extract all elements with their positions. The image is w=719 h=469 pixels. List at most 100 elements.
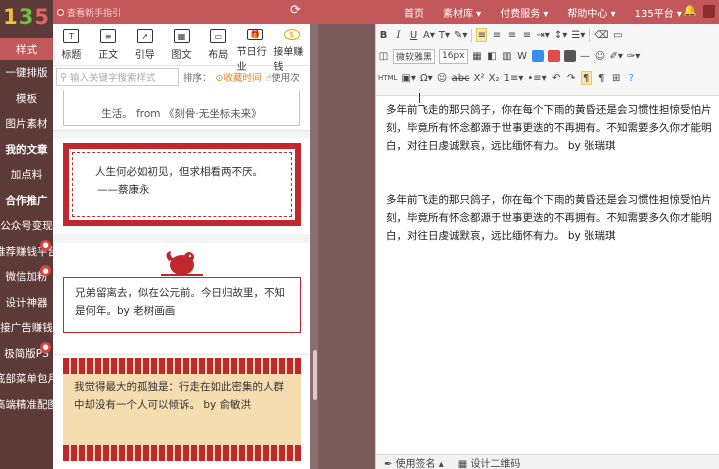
editor-content[interactable]: 多年前飞走的那只鸽子，你在每个下雨的黄昏还是会习惯性担惊受怕片刻，毕竟所有怀念都… [386, 101, 712, 281]
brush-icon[interactable]: ✑▾ [627, 49, 640, 63]
nav-item-pro-images[interactable]: 高端精准配图 [0, 392, 58, 418]
columns-icon[interactable]: ▥ [502, 49, 513, 63]
nav-item-ads[interactable]: 接广告赚钱 [0, 315, 53, 341]
strike-icon[interactable]: abc [452, 71, 470, 85]
align-justify-icon[interactable]: ≡ [521, 28, 532, 42]
nav-item-wechat-fans[interactable]: 微信加粉 ● [0, 264, 53, 290]
nav-item-monetize[interactable]: 公众号变现 [0, 213, 53, 239]
style-card[interactable]: 兄弟留离去，似在公元前。今日归故里，不知是何年。by 老树画画 [53, 243, 310, 353]
align-right-icon[interactable]: ≡ [506, 28, 517, 42]
redo-icon[interactable]: ↷ [566, 71, 577, 85]
style-tabs: T 标题 ≡ 正文 ➚ 引导 ▦ 图文 ▭ 布局 🎁 节日行业 $ 接单赚钱 [53, 24, 310, 73]
table-icon[interactable]: ▦ [472, 49, 483, 63]
find-icon[interactable]: ⊞ [611, 71, 622, 85]
font-color-icon[interactable]: A▾ [423, 28, 435, 42]
guide-link[interactable]: 查看新手指引 [57, 6, 121, 19]
menu-paid[interactable]: 付费服务 ▾ [500, 5, 548, 20]
indent-icon[interactable]: ⇥▾ [536, 28, 549, 42]
panel-splitter[interactable] [310, 24, 318, 469]
menu-home[interactable]: 首页 [404, 5, 424, 20]
tab-earn[interactable]: $ 接单赚钱 [273, 24, 310, 73]
hr-icon[interactable]: — [580, 49, 591, 63]
subscript-icon[interactable]: X₂ [489, 71, 500, 85]
editor-paragraph[interactable]: 多年前飞走的那只鸽子，你在每个下雨的黄昏还是会习惯性担惊受怕片刻，毕竟所有怀念都… [386, 101, 712, 155]
nav-item-image-material[interactable]: 图片素材 [0, 111, 53, 137]
html-icon[interactable]: HTML [378, 71, 397, 85]
ltr-icon[interactable]: ¶ [580, 71, 592, 85]
spacing-icon[interactable]: ☰▾ [571, 28, 585, 42]
highlight-icon[interactable]: T▾ [439, 28, 450, 42]
sort-used-button[interactable]: ☝使用次 [266, 70, 300, 84]
avatar[interactable] [703, 5, 715, 18]
align-center-icon[interactable]: ≡ [491, 28, 502, 42]
format-painter-icon[interactable]: ✎▾ [454, 28, 467, 42]
bold-icon[interactable]: B [378, 28, 389, 42]
card-text: 我觉得最大的孤独是：行走在如此密集的人群中却没有一个人可以倾诉。 by 俞敏洪 [74, 381, 284, 411]
eraser-icon[interactable]: ⌫ [594, 28, 608, 42]
search-input[interactable]: ⚲ 输入关键字搜索样式 [56, 68, 179, 86]
superscript-icon[interactable]: X² [474, 71, 485, 85]
guide-icon: ➚ [136, 29, 153, 43]
unordered-list-icon[interactable]: •≡▾ [527, 71, 546, 85]
refresh-icon[interactable]: ⟳ [290, 3, 301, 18]
tab-layout[interactable]: ▭ 布局 [200, 24, 237, 65]
use-signature-button[interactable]: ✒ 使用签名 ▴ [384, 455, 444, 469]
paint-icon[interactable]: ✐▾ [610, 49, 623, 63]
smile-icon[interactable]: ☺ [437, 71, 448, 85]
menu-platform[interactable]: 135平台 ▾ [635, 5, 682, 20]
tab-guide[interactable]: ➚ 引导 [126, 24, 163, 65]
menu-help[interactable]: 帮助中心 ▾ [567, 5, 615, 20]
nav-item-add-extra[interactable]: 加点料 [0, 162, 53, 188]
music-icon[interactable] [563, 50, 576, 62]
nav-item-my-articles[interactable]: 我的文章 [0, 137, 53, 163]
tab-title[interactable]: T 标题 [53, 24, 90, 65]
word-icon[interactable]: W [517, 49, 528, 63]
font-family-select[interactable]: 微软雅黑 [393, 48, 436, 64]
align-left-icon[interactable]: ≡ [476, 28, 488, 42]
editor-paragraph[interactable]: 多年前飞走的那只鸽子，你在每个下雨的黄昏还是会习惯性担惊受怕片刻，毕竟所有怀念都… [386, 191, 712, 245]
omega-icon[interactable]: Ω▾ [420, 71, 433, 85]
font-size-select[interactable]: 16px [439, 48, 468, 64]
undo-icon[interactable]: ↶ [551, 71, 562, 85]
nav-item-template[interactable]: 模板 [0, 86, 53, 112]
menu-material[interactable]: 素材库 ▾ [443, 5, 481, 20]
undo-format-icon[interactable]: ◫ [378, 49, 389, 63]
sort-fav-button[interactable]: ⊙收藏时间 [216, 70, 262, 84]
search-icon: ⚲ [60, 71, 67, 83]
style-card[interactable]: 我觉得最大的孤独是：行走在如此密集的人群中却没有一个人可以倾诉。 by 俞敏洪 [53, 356, 310, 469]
video-icon[interactable] [547, 50, 560, 62]
sort-fav-label: 收藏时间 [223, 73, 262, 84]
nav-item-style[interactable]: 样式 [0, 38, 53, 60]
line-height-icon[interactable]: ↕▾ [554, 28, 567, 42]
scrollbar-thumb[interactable] [313, 350, 317, 400]
title-icon: T [63, 29, 80, 43]
split-icon[interactable]: ◧ [487, 49, 498, 63]
tab-body[interactable]: ≡ 正文 [90, 24, 127, 65]
tab-title-label: 标题 [61, 50, 82, 61]
search-placeholder: 输入关键字搜索样式 [69, 73, 156, 84]
underline-icon[interactable]: U [408, 28, 419, 42]
tab-guide-label: 引导 [134, 50, 155, 61]
image-icon[interactable] [531, 50, 544, 62]
rtl-icon[interactable]: ¶ [596, 71, 607, 85]
logo[interactable]: 135 [0, 0, 53, 34]
nav-item-bottom-menu[interactable]: 底部菜单包月 [0, 366, 58, 392]
tab-earn-label: 接单赚钱 [273, 47, 304, 73]
bell-icon[interactable]: 🔔 [683, 4, 697, 17]
style-card[interactable]: 生活。 from 《刻骨·无坐标未来》 [53, 90, 310, 131]
tab-festival-label: 节日行业 [236, 47, 267, 73]
tab-image-text[interactable]: ▦ 图文 [163, 24, 200, 65]
design-qrcode-button[interactable]: ▦ 设计二维码 [458, 455, 521, 469]
tab-festival[interactable]: 🎁 节日行业 [237, 24, 274, 73]
nav-item-ps[interactable]: 极简版PS ● [0, 341, 53, 367]
help-icon[interactable]: ? [626, 71, 637, 85]
emoji-icon[interactable]: ☺ [595, 49, 606, 63]
italic-icon[interactable]: I [393, 28, 404, 42]
nav-item-one-click-layout[interactable]: 一键排版 [0, 60, 53, 86]
code-icon[interactable]: ▭ [612, 28, 623, 42]
media-icon[interactable]: ▣▾ [401, 71, 415, 85]
nav-item-design-tool[interactable]: 设计神器 [0, 290, 53, 316]
style-card[interactable]: 人生何必如初见，但求相看两不厌。 ——蔡康永 [53, 138, 310, 234]
ordered-list-icon[interactable]: 1≡▾ [504, 71, 524, 85]
nav-item-referral[interactable]: 推荐赚钱平台 ● [0, 239, 58, 265]
